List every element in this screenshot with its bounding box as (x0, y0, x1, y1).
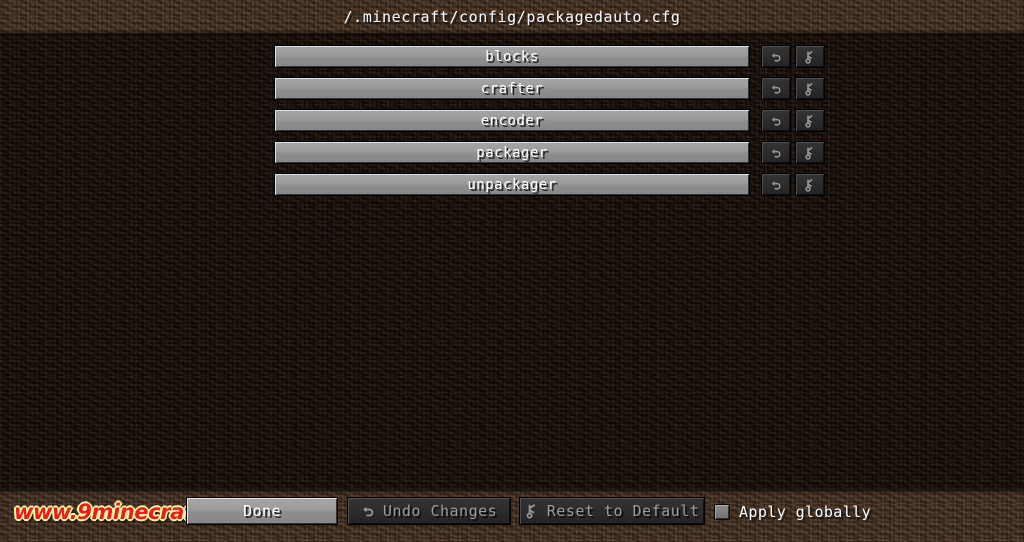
undo-arrow-icon (770, 82, 782, 96)
key-reset-icon (804, 82, 816, 96)
category-label: packager (476, 144, 548, 161)
reset-button-unpackager[interactable] (795, 173, 825, 196)
category-label: encoder (480, 112, 544, 129)
key-reset-icon (804, 50, 816, 64)
undo-button-packager[interactable] (761, 141, 791, 164)
undo-changes-button[interactable]: Undo Changes (347, 497, 511, 525)
undo-changes-label: Undo Changes (382, 502, 498, 520)
reset-button-blocks[interactable] (795, 45, 825, 68)
category-label: unpackager (467, 176, 557, 193)
category-button-unpackager[interactable]: unpackager (274, 173, 750, 196)
apply-globally-toggle[interactable]: Apply globally (714, 500, 871, 524)
category-label: blocks (485, 48, 539, 65)
undo-button-unpackager[interactable] (761, 173, 791, 196)
page-title: /.minecraft/config/packagedauto.cfg (343, 8, 681, 26)
done-label: Done (242, 502, 282, 520)
category-button-crafter[interactable]: crafter (274, 77, 750, 100)
undo-arrow-icon (770, 146, 782, 160)
category-button-encoder[interactable]: encoder (274, 109, 750, 132)
undo-button-blocks[interactable] (761, 45, 791, 68)
apply-globally-label: Apply globally (739, 503, 872, 521)
undo-button-crafter[interactable] (761, 77, 791, 100)
key-reset-icon (804, 178, 816, 192)
undo-arrow-icon (361, 503, 375, 519)
apply-globally-checkbox[interactable] (714, 504, 730, 520)
done-button[interactable]: Done (186, 497, 338, 525)
minecraft-config-screen: /.minecraft/config/packagedauto.cfg bloc… (0, 0, 1024, 542)
undo-button-encoder[interactable] (761, 109, 791, 132)
key-reset-icon (804, 146, 816, 160)
undo-arrow-icon (770, 50, 782, 64)
key-reset-icon (525, 503, 539, 519)
undo-arrow-icon (770, 114, 782, 128)
category-label: crafter (480, 80, 544, 97)
config-body (0, 36, 1024, 487)
reset-button-encoder[interactable] (795, 109, 825, 132)
reset-to-default-label: Reset to Default (546, 502, 700, 520)
undo-arrow-icon (770, 178, 782, 192)
key-reset-icon (804, 114, 816, 128)
category-button-blocks[interactable]: blocks (274, 45, 750, 68)
reset-button-crafter[interactable] (795, 77, 825, 100)
reset-button-packager[interactable] (795, 141, 825, 164)
category-button-packager[interactable]: packager (274, 141, 750, 164)
reset-to-default-button[interactable]: Reset to Default (519, 497, 705, 525)
